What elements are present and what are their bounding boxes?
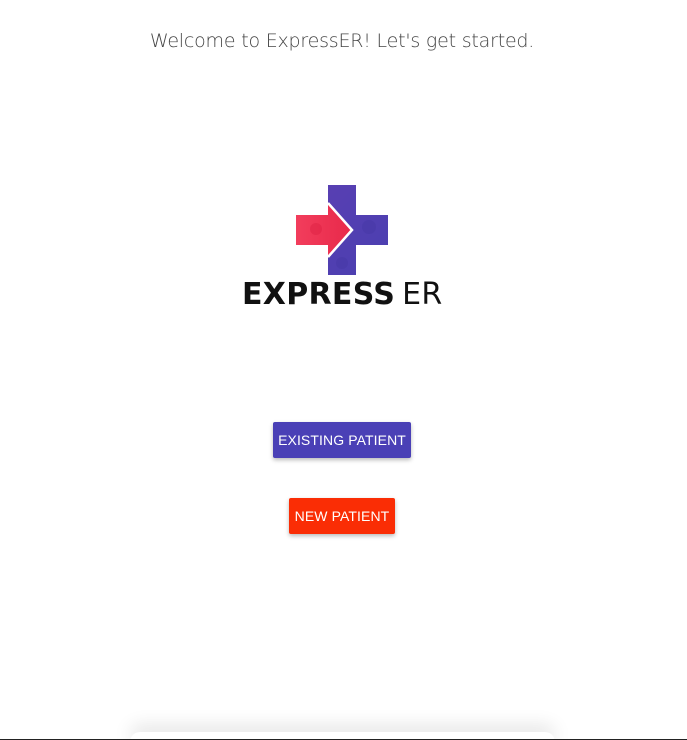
logo-wordmark: EXPRESS ER <box>242 277 444 313</box>
welcome-heading: Welcome to ExpressER! Let's get started. <box>149 30 535 52</box>
new-patient-button[interactable]: NEW PATIENT <box>289 498 395 534</box>
expresser-logo: EXPRESS ER <box>242 183 444 313</box>
welcome-screen: Welcome to ExpressER! Let's get started. <box>0 0 687 740</box>
existing-patient-button[interactable]: EXISTING PATIENT <box>273 422 411 458</box>
logo-text-express: EXPRESS <box>242 277 396 312</box>
logo-text-er: ER <box>402 277 443 312</box>
medical-cross-arrow-icon <box>296 185 388 275</box>
